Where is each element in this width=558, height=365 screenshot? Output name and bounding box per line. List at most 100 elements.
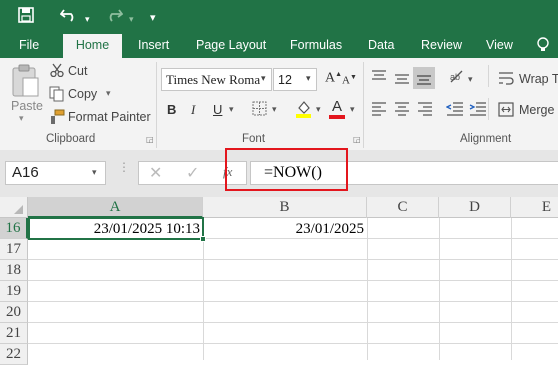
formula-highlight-box bbox=[225, 148, 348, 191]
formula-bar-splitter-icon[interactable]: ⋮ bbox=[118, 160, 130, 174]
save-icon[interactable] bbox=[18, 7, 34, 23]
select-all-button[interactable] bbox=[0, 197, 28, 218]
row-header-17[interactable]: 17 bbox=[0, 239, 28, 260]
tab-home[interactable]: Home bbox=[63, 34, 122, 58]
wrap-text-icon[interactable] bbox=[498, 71, 514, 87]
gridline bbox=[28, 343, 558, 344]
tab-view[interactable]: View bbox=[486, 31, 513, 58]
font-color-swatch bbox=[329, 115, 345, 119]
borders-dropdown-icon[interactable]: ▾ bbox=[272, 104, 277, 115]
svg-text:ab: ab bbox=[450, 72, 460, 82]
gridline bbox=[439, 218, 440, 360]
middle-align-icon[interactable] bbox=[394, 72, 410, 86]
tab-review[interactable]: Review bbox=[421, 31, 462, 58]
customize-qat-icon[interactable]: ▾ bbox=[150, 8, 156, 28]
row-header-16[interactable]: 16 bbox=[0, 218, 28, 239]
gridline bbox=[28, 322, 558, 323]
copy-icon[interactable] bbox=[49, 86, 65, 102]
column-header-d[interactable]: D bbox=[439, 197, 511, 218]
cut-icon[interactable] bbox=[50, 63, 64, 77]
underline-button[interactable]: U bbox=[213, 102, 222, 117]
font-name-dropdown-icon[interactable]: ▾ bbox=[261, 73, 266, 84]
paste-dropdown-icon[interactable]: ▾ bbox=[19, 113, 24, 124]
top-align-icon[interactable] bbox=[371, 70, 387, 84]
format-painter-button[interactable]: Format Painter bbox=[68, 110, 151, 124]
tab-data[interactable]: Data bbox=[368, 31, 394, 58]
column-header-e[interactable]: E bbox=[511, 197, 558, 218]
merge-center-button[interactable]: Merge & bbox=[519, 103, 558, 117]
align-left-icon[interactable] bbox=[371, 102, 387, 116]
lightbulb-icon[interactable] bbox=[536, 37, 550, 53]
row-header-19[interactable]: 19 bbox=[0, 281, 28, 302]
orientation-icon[interactable]: ab bbox=[448, 68, 466, 86]
decrease-indent-icon[interactable] bbox=[446, 102, 464, 116]
font-color-icon[interactable]: A bbox=[332, 98, 342, 115]
underline-dropdown-icon[interactable]: ▾ bbox=[229, 104, 234, 115]
font-size-dropdown-icon[interactable]: ▾ bbox=[306, 73, 311, 84]
bottom-align-button[interactable] bbox=[413, 67, 435, 89]
row-header-18[interactable]: 18 bbox=[0, 260, 28, 281]
font-color-dropdown-icon[interactable]: ▾ bbox=[350, 104, 355, 115]
gridline bbox=[511, 218, 512, 360]
font-launcher-icon[interactable]: ◲ bbox=[353, 135, 361, 144]
undo-dropdown-icon[interactable]: ▾ bbox=[85, 9, 90, 29]
active-cell-border bbox=[28, 217, 204, 240]
redo-icon bbox=[109, 9, 123, 22]
fill-color-icon[interactable] bbox=[295, 99, 313, 119]
gridline bbox=[28, 259, 558, 260]
gridline bbox=[367, 218, 368, 360]
enter-icon[interactable]: ✓ bbox=[186, 163, 199, 183]
copy-button[interactable]: Copy bbox=[68, 87, 97, 101]
redo-dropdown-icon: ▾ bbox=[129, 14, 134, 24]
paste-icon[interactable] bbox=[10, 64, 40, 98]
column-header-b[interactable]: B bbox=[203, 197, 367, 218]
select-all-icon bbox=[14, 205, 23, 214]
group-divider bbox=[363, 62, 364, 148]
column-header-c[interactable]: C bbox=[367, 197, 439, 218]
decrease-font-size-icon[interactable]: A▼ bbox=[342, 73, 357, 87]
name-box-value: A16 bbox=[12, 164, 39, 181]
font-size-box[interactable]: 12 ▾ bbox=[273, 68, 317, 91]
increase-font-size-icon[interactable]: A▲ bbox=[325, 70, 342, 87]
clipboard-group-label: Clipboard bbox=[46, 133, 96, 145]
align-right-icon[interactable] bbox=[417, 102, 433, 116]
font-name-value: Times New Roma bbox=[166, 72, 261, 87]
group-divider bbox=[156, 62, 157, 148]
paste-label[interactable]: Paste bbox=[11, 99, 43, 113]
orientation-dropdown-icon[interactable]: ▾ bbox=[468, 74, 473, 85]
cancel-icon[interactable]: ✕ bbox=[149, 163, 162, 183]
italic-button[interactable]: I bbox=[191, 102, 195, 118]
undo-icon[interactable] bbox=[60, 6, 78, 22]
cut-button[interactable]: Cut bbox=[68, 64, 87, 78]
increase-indent-icon[interactable] bbox=[469, 102, 487, 116]
column-header-a[interactable]: A bbox=[28, 197, 203, 218]
tab-insert[interactable]: Insert bbox=[138, 31, 169, 58]
merge-center-icon[interactable] bbox=[498, 102, 514, 118]
cell-b16[interactable]: 23/01/2025 bbox=[203, 218, 367, 239]
fill-handle[interactable] bbox=[200, 236, 206, 242]
format-painter-icon[interactable] bbox=[49, 109, 65, 125]
bold-button[interactable]: B bbox=[167, 102, 176, 117]
font-size-value: 12 bbox=[278, 73, 292, 87]
fill-color-dropdown-icon[interactable]: ▾ bbox=[316, 104, 321, 115]
gridline bbox=[28, 280, 558, 281]
clipboard-launcher-icon[interactable]: ◲ bbox=[146, 135, 154, 144]
alignment-divider bbox=[488, 98, 489, 120]
name-box-dropdown-icon[interactable]: ▾ bbox=[92, 167, 97, 178]
tab-formulas[interactable]: Formulas bbox=[290, 31, 342, 58]
tab-file[interactable]: File bbox=[19, 31, 39, 58]
alignment-divider bbox=[488, 65, 489, 87]
row-header-21[interactable]: 21 bbox=[0, 323, 28, 344]
borders-icon[interactable] bbox=[252, 101, 268, 117]
alignment-group-label: Alignment bbox=[460, 133, 512, 145]
tab-page-layout[interactable]: Page Layout bbox=[196, 31, 266, 58]
copy-dropdown-icon[interactable]: ▾ bbox=[106, 88, 111, 99]
row-header-22[interactable]: 22 bbox=[0, 344, 28, 365]
row-header-20[interactable]: 20 bbox=[0, 302, 28, 323]
gridline bbox=[28, 301, 558, 302]
wrap-text-button[interactable]: Wrap Te bbox=[519, 72, 558, 86]
align-center-icon[interactable] bbox=[394, 102, 410, 116]
name-box[interactable]: A16 ▾ bbox=[5, 161, 106, 185]
font-name-box[interactable]: Times New Roma ▾ bbox=[161, 68, 272, 91]
title-bar: ▾ ▾ ▾ bbox=[0, 0, 558, 31]
